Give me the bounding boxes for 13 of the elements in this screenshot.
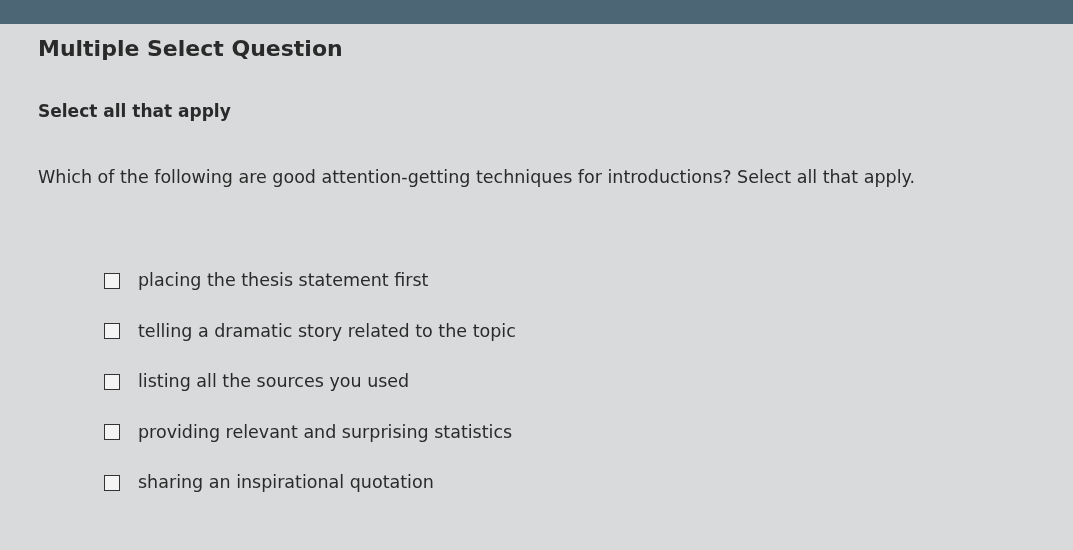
checkbox[interactable]: [104, 474, 120, 491]
option-label[interactable]: providing relevant and surprising statistics: [138, 423, 513, 441]
checkbox[interactable]: [104, 424, 120, 441]
option-label[interactable]: telling a dramatic story related to the topic: [138, 322, 516, 340]
checkbox[interactable]: [104, 272, 120, 289]
option-label[interactable]: placing the thesis statement first: [138, 272, 429, 290]
instruction-text: Select all that apply: [38, 101, 232, 121]
question-type-title: Multiple Select Question: [38, 36, 344, 61]
option-label[interactable]: sharing an inspirational quotation: [138, 474, 434, 492]
checkbox[interactable]: [104, 373, 120, 390]
question-text: Which of the following are good attention-getting techniques for introductions? Select all that apply.: [38, 167, 916, 187]
option-label[interactable]: listing all the sources you used: [138, 373, 410, 391]
checkbox[interactable]: [104, 323, 120, 340]
